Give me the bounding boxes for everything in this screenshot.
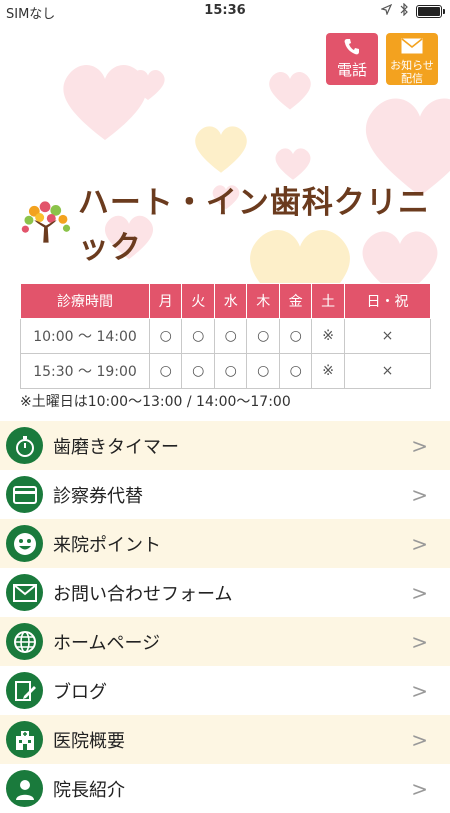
chevron-right-icon: >	[411, 679, 428, 703]
schedule-cell: 10:00 ～ 14:00	[20, 318, 150, 354]
chevron-right-icon: >	[411, 728, 428, 752]
chevron-right-icon: >	[411, 532, 428, 556]
schedule-row: 10:00 ～ 14:00 ○ ○ ○ ○ ○ ※ ×	[20, 318, 432, 354]
schedule-header-cell: 日・祝	[343, 283, 432, 319]
menu-item-label: ホームページ	[53, 632, 161, 654]
phone-button[interactable]: 電話	[326, 33, 378, 85]
chevron-right-icon: >	[411, 483, 428, 507]
schedule-header-cell: 月	[148, 283, 183, 319]
menu-item-label: ブログ	[53, 681, 107, 703]
menu-item-label: 来院ポイント	[53, 534, 161, 556]
schedule-header-cell: 火	[181, 283, 215, 319]
clinic-logo: ハート・イン歯科クリニック	[20, 177, 450, 267]
schedule-cell: ○	[181, 353, 215, 389]
schedule-header-cell: 木	[246, 283, 280, 319]
schedule-header-cell: 水	[213, 283, 248, 319]
schedule-header-cell: 診療時間	[20, 283, 150, 319]
blog-icon	[6, 672, 43, 709]
menu-item-visit-points[interactable]: 来院ポイント >	[0, 519, 450, 568]
schedule-cell: ○	[148, 318, 183, 354]
envelope-icon	[386, 38, 438, 57]
schedule-cell: ○	[213, 353, 248, 389]
schedule-cell: ○	[246, 318, 280, 354]
schedule-cell: ※	[311, 353, 345, 389]
menu-item-label: 院長紹介	[53, 779, 125, 801]
phone-icon	[326, 38, 378, 59]
phone-button-label: 電話	[336, 61, 367, 79]
mail-icon	[6, 574, 43, 611]
schedule-cell: ○	[181, 318, 215, 354]
schedule-header-cell: 金	[278, 283, 313, 319]
tree-logo-icon	[21, 201, 71, 243]
chevron-right-icon: >	[411, 581, 428, 605]
battery-icon	[416, 5, 445, 18]
menu-item-contact-form[interactable]: お問い合わせフォーム >	[0, 568, 450, 617]
building-icon	[6, 721, 43, 758]
news-button[interactable]: お知らせ 配信	[386, 33, 438, 85]
schedule-cell: 15:30 ～ 19:00	[20, 353, 150, 389]
status-bar: SIMなし 15:36	[0, 0, 450, 22]
news-button-label-1: お知らせ	[390, 59, 434, 72]
schedule-row: 15:30 ～ 19:00 ○ ○ ○ ○ ○ ※ ×	[20, 353, 432, 389]
main-menu: 歯磨きタイマー > 診察券代替 > 来院ポイント > お問い合わせフォーム > …	[0, 421, 450, 813]
globe-icon	[6, 623, 43, 660]
person-icon	[6, 770, 43, 807]
heart-decoration	[269, 72, 311, 110]
menu-item-brushing-timer[interactable]: 歯磨きタイマー >	[0, 421, 450, 470]
menu-item-card[interactable]: 診察券代替 >	[0, 470, 450, 519]
schedule-cell: ○	[278, 318, 313, 354]
chevron-right-icon: >	[411, 630, 428, 654]
chevron-right-icon: >	[411, 777, 428, 801]
stopwatch-icon	[6, 427, 43, 464]
menu-item-label: 診察券代替	[53, 485, 143, 507]
heart-decoration	[131, 70, 165, 100]
menu-item-label: 医院概要	[53, 730, 125, 752]
menu-item-label: 歯磨きタイマー	[53, 436, 179, 458]
card-icon	[6, 476, 43, 513]
clinic-name: ハート・イン歯科クリニック	[77, 185, 430, 266]
location-icon	[380, 3, 393, 19]
schedule-cell: ○	[246, 353, 280, 389]
menu-item-homepage[interactable]: ホームページ >	[0, 617, 450, 666]
schedule-cell: ○	[148, 353, 183, 389]
schedule-cell: ○	[278, 353, 313, 389]
news-button-label-2: 配信	[401, 72, 423, 85]
menu-item-label: お問い合わせフォーム	[53, 583, 233, 605]
schedule-cell: ×	[343, 318, 432, 354]
schedule-header: 診療時間 月 火 水 木 金 土 日・祝	[20, 283, 432, 319]
heart-decoration	[195, 126, 247, 173]
menu-item-director[interactable]: 院長紹介 >	[0, 764, 450, 813]
schedule-table: 診療時間 月 火 水 木 金 土 日・祝 10:00 ～ 14:00 ○ ○ ○…	[20, 283, 432, 389]
schedule-header-cell: 土	[311, 283, 345, 319]
schedule-cell: ○	[213, 318, 248, 354]
bluetooth-icon	[400, 2, 408, 20]
smile-icon	[6, 525, 43, 562]
menu-item-blog[interactable]: ブログ >	[0, 666, 450, 715]
schedule-cell: ※	[311, 318, 345, 354]
schedule-cell: ×	[343, 353, 432, 389]
saturday-hours-note: ※土曜日は10:00～13:00 / 14:00～17:00	[20, 394, 291, 410]
chevron-right-icon: >	[411, 434, 428, 458]
menu-item-clinic-overview[interactable]: 医院概要 >	[0, 715, 450, 764]
